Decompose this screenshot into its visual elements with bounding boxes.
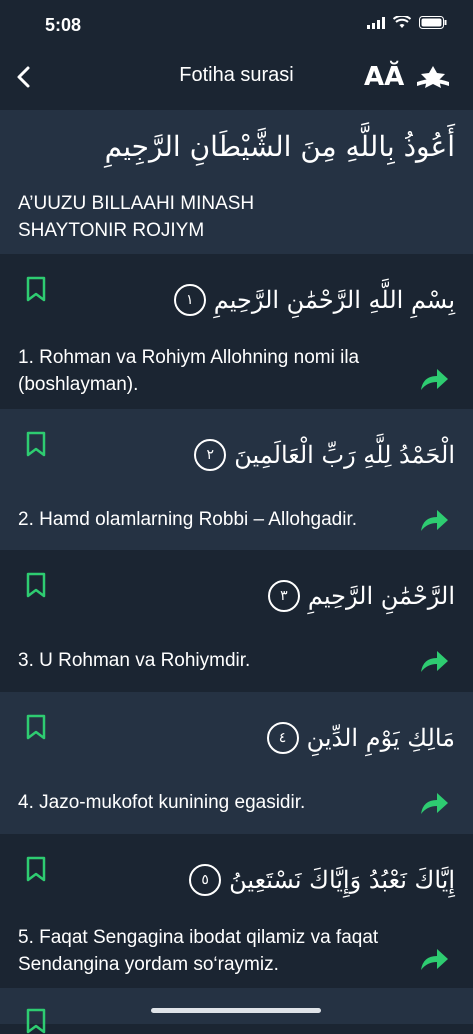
status-bar: 5:08	[0, 0, 473, 50]
ayah-arabic-text: الرَّحْمَٰنِ الرَّحِيمِ	[307, 582, 455, 610]
battery-icon	[419, 16, 447, 29]
ayah-arabic: بِسْمِ اللَّهِ الرَّحْمَٰنِ الرَّحِيمِ ١	[173, 284, 455, 316]
bookmark-icon[interactable]	[26, 714, 46, 740]
share-arrow-icon[interactable]	[419, 366, 449, 392]
ayah-number-badge: ٣	[267, 580, 300, 612]
ayah-translation: 2. Hamd olamlarning Robbi – Allohgadir.	[18, 509, 358, 530]
ayah-item: مَالِكِ يَوْمِ الدِّينِ ٤ 4. Jazo-mukofo…	[0, 692, 473, 834]
bookmark-icon[interactable]	[26, 856, 46, 882]
ayah-item: الْحَمْدُ لِلَّهِ رَبِّ الْعَالَمِينَ ٢ …	[0, 409, 473, 550]
bookmark-icon[interactable]	[26, 276, 46, 302]
ayah-number-badge: ٤	[266, 722, 299, 754]
ayah-item: بِسْمِ اللَّهِ الرَّحْمَٰنِ الرَّحِيمِ ١…	[0, 254, 473, 409]
nav-bar: Fotiha surasi AĂ	[0, 50, 473, 110]
quran-book-icon[interactable]	[414, 62, 452, 94]
ayah-arabic: الرَّحْمَٰنِ الرَّحِيمِ ٣	[267, 580, 455, 612]
ayah-arabic-text: الْحَمْدُ لِلَّهِ رَبِّ الْعَالَمِينَ	[234, 441, 455, 469]
ayah-number-badge: ١	[173, 284, 206, 316]
share-arrow-icon[interactable]	[419, 648, 449, 674]
font-size-button[interactable]: AĂ	[364, 62, 404, 92]
bookmark-icon[interactable]	[26, 431, 46, 457]
ayah-arabic: مَالِكِ يَوْمِ الدِّينِ ٤	[266, 722, 455, 754]
share-arrow-icon[interactable]	[419, 507, 449, 533]
ayah-arabic: الْحَمْدُ لِلَّهِ رَبِّ الْعَالَمِينَ ٢	[194, 439, 455, 471]
status-icons	[367, 16, 447, 29]
ayah-arabic: إِيَّاكَ نَعْبُدُ وَإِيَّاكَ نَسْتَعِينُ…	[189, 864, 455, 896]
bookmark-icon[interactable]	[26, 572, 46, 598]
signal-icon	[367, 16, 385, 29]
ayah-translation: 5. Faqat Sengagina ibodat qilamiz va faq…	[18, 927, 379, 975]
isti-aza-transliteration: A’UUZU BILLAAHI MINASH SHAYTONIR ROJIYM	[18, 193, 255, 241]
ayah-translation: 3. U Rohman va Rohiymdir.	[18, 650, 251, 671]
ayah-item	[0, 988, 473, 1034]
status-time: 5:08	[45, 15, 82, 35]
share-arrow-icon[interactable]	[419, 946, 449, 972]
ayah-arabic-text: إِيَّاكَ نَعْبُدُ وَإِيَّاكَ نَسْتَعِينُ	[229, 866, 455, 894]
ayah-item: الرَّحْمَٰنِ الرَّحِيمِ ٣ 3. U Rohman va…	[0, 550, 473, 692]
home-indicator[interactable]	[151, 1008, 321, 1013]
ayah-translation: 4. Jazo-mukofot kunining egasidir.	[18, 792, 306, 813]
ayah-number-badge: ٢	[194, 439, 227, 471]
ayah-number-badge: ٥	[189, 864, 222, 896]
isti-aza-arabic: أَعُوذُ بِاللَّهِ مِنَ الشَّيْطَانِ الرَ…	[104, 130, 455, 163]
ayah-translation: 1. Rohman va Rohiym Allohning nomi ila (…	[18, 347, 360, 395]
ayah-arabic-text: مَالِكِ يَوْمِ الدِّينِ	[306, 724, 455, 752]
ayah-item: إِيَّاكَ نَعْبُدُ وَإِيَّاكَ نَسْتَعِينُ…	[0, 834, 473, 988]
ayah-arabic-text: بِسْمِ اللَّهِ الرَّحْمَٰنِ الرَّحِيمِ	[213, 286, 455, 314]
wifi-icon	[393, 16, 411, 28]
share-arrow-icon[interactable]	[419, 790, 449, 816]
isti-aza-block: أَعُوذُ بِاللَّهِ مِنَ الشَّيْطَانِ الرَ…	[0, 110, 473, 254]
bookmark-icon[interactable]	[26, 1008, 46, 1034]
